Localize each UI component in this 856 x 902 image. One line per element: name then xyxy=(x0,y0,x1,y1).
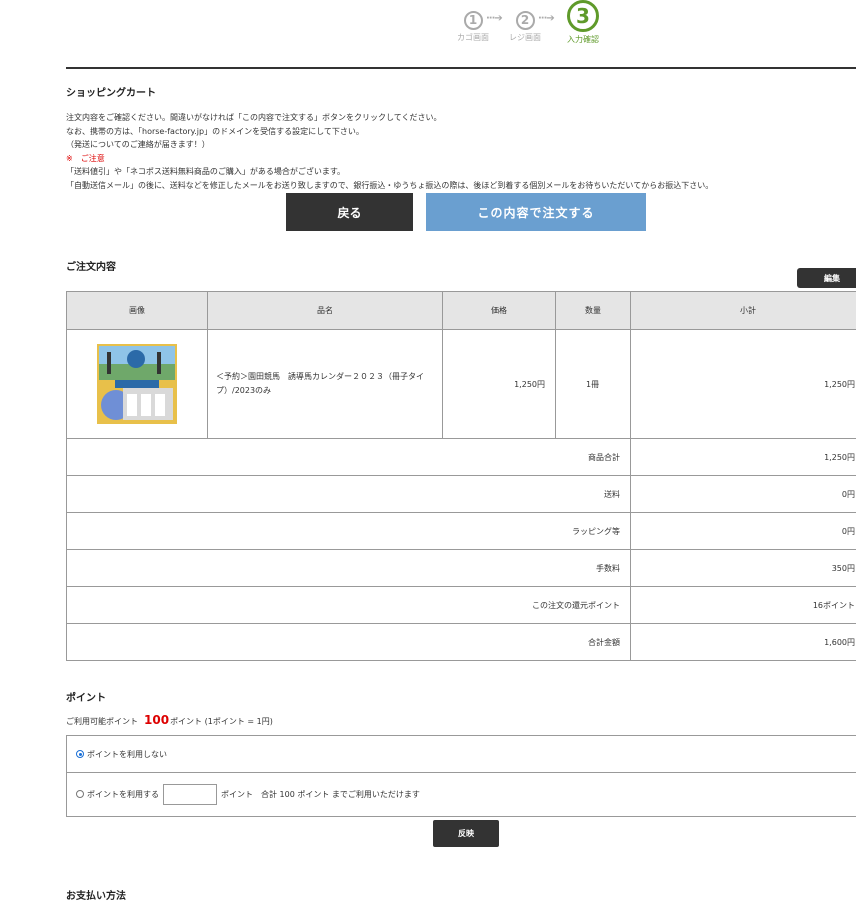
place-order-button[interactable]: この内容で注文する xyxy=(426,193,646,231)
step-arrow-icon: ···➔ xyxy=(486,13,502,24)
cart-title: ショッピングカート xyxy=(66,84,156,99)
payment-method-title: お支払い方法 xyxy=(66,887,126,902)
header-price: 価格 xyxy=(443,292,556,330)
table-header-row: 画像 品名 価格 数量 小計 xyxy=(67,292,856,330)
step-register-label: レジ画面 xyxy=(507,32,543,43)
no-points-label[interactable]: ポイントを利用しない xyxy=(87,749,167,760)
points-title: ポイント xyxy=(66,689,106,704)
summary-value: 0円 xyxy=(631,476,856,513)
available-points-label: ご利用可能ポイント xyxy=(66,717,138,726)
header-qty: 数量 xyxy=(556,292,631,330)
notice-caution: ※ ご注意 xyxy=(66,152,713,166)
back-button[interactable]: 戻る xyxy=(286,193,413,231)
header-divider xyxy=(66,67,856,69)
step-confirm: 3 入力確認 xyxy=(563,0,603,45)
summary-label: 手数料 xyxy=(67,550,631,587)
summary-label: 合計金額 xyxy=(67,624,631,661)
notice-line: 「送料値引」や「ネコポス送料無料商品のご購入」がある場合がございます。 xyxy=(66,165,713,179)
summary-row: 手数料 350円 xyxy=(67,550,856,587)
summary-row: 合計金額 1,600円 xyxy=(67,624,856,661)
summary-row: 送料 0円 xyxy=(67,476,856,513)
summary-value: 16ポイント xyxy=(631,587,856,624)
step-3-icon: 3 xyxy=(567,0,599,32)
item-image-cell xyxy=(67,330,208,439)
summary-label: 送料 xyxy=(67,476,631,513)
summary-value: 1,250円 xyxy=(631,439,856,476)
available-points-suffix: ポイント (1ポイント = 1円) xyxy=(170,717,273,726)
step-confirm-label: 入力確認 xyxy=(563,34,603,45)
item-price: 1,250円 xyxy=(443,330,556,439)
step-cart-label: カゴ画面 xyxy=(455,32,491,43)
header-name: 品名 xyxy=(208,292,443,330)
notice-line: なお、携帯の方は、「horse-factory.jp」のドメインを受信する設定に… xyxy=(66,125,713,139)
order-table: 画像 品名 価格 数量 小計 ＜予約＞園田競馬 誘導馬カレンダー２０２３（冊子タ… xyxy=(66,291,856,661)
summary-row: この注文の還元ポイント 16ポイント xyxy=(67,587,856,624)
option-use-points[interactable]: ポイントを利用する ポイント 合計 100 ポイント までご利用いただけます xyxy=(67,772,856,816)
item-qty: 1冊 xyxy=(556,330,631,439)
order-title: ご注文内容 xyxy=(66,258,116,273)
header-image: 画像 xyxy=(67,292,208,330)
summary-row: 商品合計 1,250円 xyxy=(67,439,856,476)
step-arrow-icon: ···➔ xyxy=(538,13,554,24)
available-points: ご利用可能ポイント 100ポイント (1ポイント = 1円) xyxy=(66,713,273,727)
notice-line: （発送についてのご連絡が届きます！） xyxy=(66,138,713,152)
summary-value: 350円 xyxy=(631,550,856,587)
header-subtotal: 小計 xyxy=(631,292,856,330)
product-thumbnail[interactable] xyxy=(97,344,177,424)
points-options: ポイントを利用しない ポイントを利用する ポイント 合計 100 ポイント まで… xyxy=(66,735,856,817)
points-input[interactable] xyxy=(163,784,217,805)
checkout-steps: 1 カゴ画面 ···➔ 2 レジ画面 ···➔ 3 入力確認 xyxy=(455,0,615,48)
option-no-points[interactable]: ポイントを利用しない xyxy=(67,736,856,773)
summary-row: ラッピング等 0円 xyxy=(67,513,856,550)
summary-label: この注文の還元ポイント xyxy=(67,587,631,624)
notice-line: 注文内容をご確認ください。間違いがなければ「この内容で注文する」ボタンをクリック… xyxy=(66,111,713,125)
use-points-radio[interactable] xyxy=(76,790,84,798)
cart-notice: 注文内容をご確認ください。間違いがなければ「この内容で注文する」ボタンをクリック… xyxy=(66,111,713,192)
summary-label: 商品合計 xyxy=(67,439,631,476)
summary-value: 0円 xyxy=(631,513,856,550)
step-2-icon: 2 xyxy=(516,11,535,30)
available-points-value: 100 xyxy=(144,713,169,727)
no-points-radio[interactable] xyxy=(76,750,84,758)
item-name[interactable]: ＜予約＞園田競馬 誘導馬カレンダー２０２３（冊子タイプ）/2023のみ xyxy=(208,330,443,439)
use-points-label[interactable]: ポイントを利用する xyxy=(87,789,159,800)
item-subtotal: 1,250円 xyxy=(631,330,856,439)
step-1-icon: 1 xyxy=(464,11,483,30)
edit-button[interactable]: 編集 xyxy=(797,268,856,288)
use-points-note: ポイント 合計 100 ポイント までご利用いただけます xyxy=(221,789,420,800)
notice-line: 「自動送信メール」の後に、送料などを修正したメールをお送り致しますので、銀行振込… xyxy=(66,179,713,193)
summary-value: 1,600円 xyxy=(631,624,856,661)
apply-points-button[interactable]: 反映 xyxy=(433,820,499,847)
summary-label: ラッピング等 xyxy=(67,513,631,550)
table-row: ＜予約＞園田競馬 誘導馬カレンダー２０２３（冊子タイプ）/2023のみ 1,25… xyxy=(67,330,856,439)
